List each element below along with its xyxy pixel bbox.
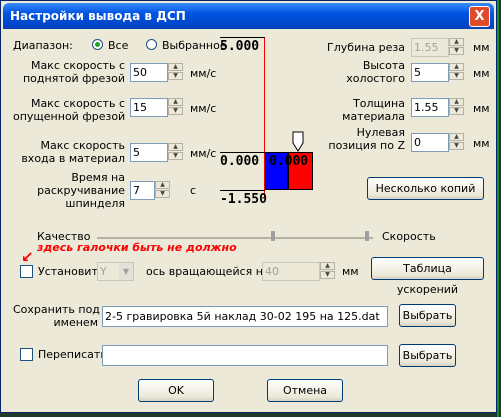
- annotation-arrow: ↙: [21, 248, 34, 266]
- radio-selected-label[interactable]: Выбранное: [162, 39, 227, 52]
- idle-height-input[interactable]: 5: [411, 63, 449, 82]
- rewrite-label[interactable]: Переписать: [38, 348, 107, 361]
- radio-all[interactable]: [92, 39, 103, 50]
- dialog-window: Настройки вывода в ДСП X Диапазон: Все В…: [0, 0, 497, 413]
- diagram-mid-line: [220, 152, 265, 153]
- max-speed-in-input[interactable]: 5: [130, 143, 168, 162]
- max-speed-up-stepper[interactable]: ▲ ▼: [168, 63, 183, 82]
- thickness-stepper[interactable]: ▲ ▼: [449, 98, 464, 117]
- max-speed-up-input[interactable]: 50: [130, 63, 168, 82]
- axis-select[interactable]: Y ▼: [97, 262, 134, 281]
- ok-button[interactable]: OK: [138, 379, 214, 402]
- max-speed-in-label: Макс скорость входа в материал: [21, 139, 125, 165]
- thickness-input[interactable]: 1.55: [411, 98, 449, 117]
- rewrite-choose-button[interactable]: Выбрать: [399, 344, 456, 367]
- cutter-icon: [292, 131, 304, 152]
- speed-label: Скорость: [382, 230, 436, 243]
- range-label: Диапазон:: [13, 39, 73, 52]
- filename-input[interactable]: 2-5 гравировка 5й наклад 30-02 195 на 12…: [102, 306, 388, 327]
- save-as-label: Сохранить под именем: [13, 303, 100, 329]
- rotation-value-stepper[interactable]: ▲ ▼: [320, 262, 335, 281]
- cut-depth-input[interactable]: 1.55: [411, 38, 449, 57]
- diagram-mid-value: 0.000: [220, 154, 260, 169]
- axis-label: ось вращающейся на: [146, 265, 270, 278]
- max-speed-down-stepper[interactable]: ▲ ▼: [168, 98, 183, 117]
- rewrite-input[interactable]: [102, 345, 388, 366]
- idle-height-unit: мм: [473, 67, 490, 80]
- max-speed-down-input[interactable]: 15: [130, 98, 168, 117]
- idle-height-stepper[interactable]: ▲ ▼: [449, 63, 464, 82]
- max-speed-in-stepper[interactable]: ▲ ▼: [168, 143, 183, 162]
- idle-height-label: Высота холостого: [346, 59, 405, 85]
- choose-file-button[interactable]: Выбрать: [399, 304, 456, 327]
- cut-depth-unit: мм: [473, 41, 490, 54]
- diagram-bottom-line: [220, 190, 265, 191]
- cut-depth-label: Глубина реза: [327, 41, 405, 54]
- max-speed-down-label: Макс скорость с опущенной фрезой: [13, 97, 126, 123]
- install-label[interactable]: Установить: [38, 265, 104, 278]
- install-checkbox[interactable]: [20, 265, 33, 278]
- spinup-stepper[interactable]: ▲ ▼: [155, 181, 170, 200]
- rotation-unit: мм: [342, 265, 359, 278]
- zero-z-input[interactable]: 0: [411, 133, 449, 152]
- max-speed-up-label: Макс скорость с поднятой фрезой: [22, 59, 125, 85]
- material-block-value: 0.000: [269, 154, 309, 169]
- max-speed-down-unit: мм/с: [190, 102, 217, 115]
- spinup-label: Время на раскручивание шпинделя: [37, 171, 125, 210]
- annotation-text: здесь галочки быть не должно: [37, 241, 237, 254]
- thickness-unit: мм: [473, 102, 490, 115]
- title-bar[interactable]: Настройки вывода в ДСП X: [3, 3, 494, 29]
- rotation-value-input[interactable]: 40: [262, 262, 320, 281]
- window-title: Настройки вывода в ДСП: [10, 9, 186, 23]
- max-speed-up-unit: мм/с: [190, 67, 217, 80]
- cancel-button[interactable]: Отмена: [267, 379, 343, 402]
- zero-z-unit: мм: [473, 137, 490, 150]
- background-edge: [497, 0, 499, 417]
- max-speed-in-unit: мм/с: [190, 147, 217, 160]
- radio-selected[interactable]: [146, 39, 157, 50]
- radio-all-label[interactable]: Все: [108, 39, 128, 52]
- rewrite-checkbox[interactable]: [20, 348, 33, 361]
- zero-z-label: Нулевая позиция по Z: [328, 126, 405, 152]
- cut-depth-stepper[interactable]: ▲ ▼: [449, 38, 464, 57]
- thickness-label: Толщина материала: [342, 97, 405, 123]
- acceleration-table-button[interactable]: Таблица ускорений: [371, 257, 484, 296]
- close-button[interactable]: X: [469, 6, 490, 27]
- spinup-input[interactable]: 7: [130, 181, 155, 200]
- diagram-top-line: [220, 37, 265, 38]
- diagram-top-value: 5.000: [220, 39, 260, 54]
- zero-z-stepper[interactable]: ▲ ▼: [449, 133, 464, 152]
- multiple-copies-button[interactable]: Несколько копий: [367, 177, 484, 200]
- diagram-bottom-value: -1.550: [220, 192, 267, 207]
- spinup-unit: с: [190, 184, 197, 197]
